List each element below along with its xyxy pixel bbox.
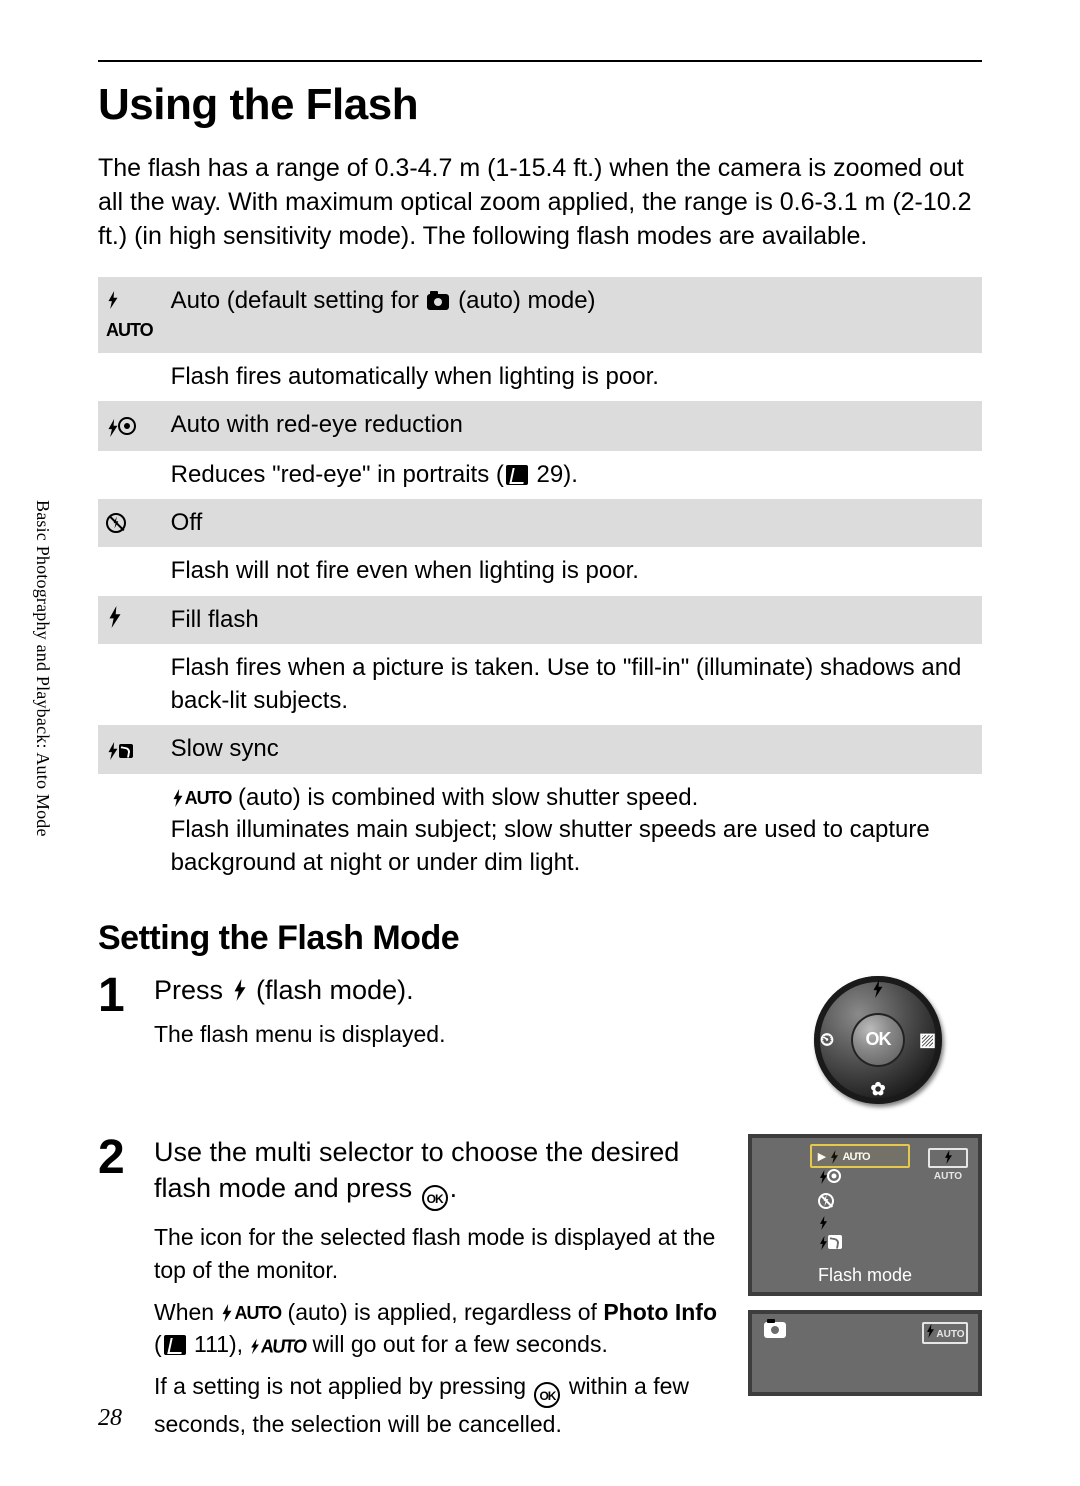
mode-desc: Reduces "red-eye" in portraits ( 29). [163, 451, 982, 499]
camera-icon [427, 294, 449, 310]
manual-page: Basic Photography and Playback: Auto Mod… [0, 0, 1080, 1486]
step-2: 2 Use the multi selector to choose the d… [98, 1134, 982, 1450]
mode-desc: Flash fires when a picture is taken. Use… [163, 644, 982, 725]
flash-slow-icon [98, 725, 163, 774]
lcd-caption: Flash mode [752, 1265, 978, 1286]
self-timer-icon: ⏲ [820, 1029, 834, 1050]
reference-icon [506, 465, 528, 485]
display-mode-icon: AUTO [928, 1148, 968, 1168]
monitor-illustration-menu: ▸AUTO AUTO Flash mode [748, 1134, 982, 1296]
table-row: Fill flash [98, 596, 982, 644]
monitor-illustration-result: AUTO [748, 1310, 982, 1396]
mode-label: Auto with red-eye reduction [163, 401, 982, 451]
reference-icon [164, 1335, 186, 1355]
ok-icon [534, 1382, 560, 1408]
intro-paragraph: The flash has a range of 0.3-4.7 m (1-15… [98, 152, 982, 253]
mode-label: Off [163, 499, 982, 547]
mode-desc: AUTO (auto) is combined with slow shutte… [163, 774, 982, 887]
table-row: Slow sync [98, 725, 982, 774]
menu-item-fill [816, 1212, 904, 1234]
flash-modes-table: AUTO Auto (default setting for (auto) mo… [98, 277, 982, 887]
table-row: Flash fires when a picture is taken. Use… [98, 644, 982, 725]
table-row: Flash fires automatically when lighting … [98, 353, 982, 401]
step-text: The icon for the selected flash mode is … [154, 1221, 726, 1285]
flash-off-icon [98, 499, 163, 547]
exposure-comp-icon: ▨ [919, 1029, 936, 1050]
step-heading: Use the multi selector to choose the des… [154, 1134, 726, 1211]
display-mode-icon: AUTO [922, 1322, 968, 1344]
camera-mode-icon [762, 1322, 788, 1341]
page-title: Using the Flash [98, 80, 982, 130]
table-row: Off [98, 499, 982, 547]
table-row: Reduces "red-eye" in portraits ( 29). [98, 451, 982, 499]
flash-fill-icon [98, 596, 163, 644]
mode-desc: Flash fires automatically when lighting … [163, 353, 982, 401]
ok-button-icon: OK [851, 1013, 905, 1067]
step-number: 1 [98, 972, 138, 1104]
step-text: The flash menu is displayed. [154, 1018, 726, 1050]
ok-icon [422, 1185, 448, 1211]
flash-icon [871, 980, 885, 1001]
menu-item-redeye [816, 1168, 904, 1190]
mode-desc: Flash will not fire even when lighting i… [163, 547, 982, 595]
menu-item-off [816, 1190, 904, 1212]
flash-auto-icon: AUTO [98, 277, 163, 352]
table-row: Auto with red-eye reduction [98, 401, 982, 451]
menu-selection-highlight [810, 1144, 910, 1168]
step-text: If a setting is not applied by pressing … [154, 1370, 726, 1440]
macro-icon: ✿ [870, 1079, 885, 1100]
display-auto-icon: AUTO [248, 1333, 307, 1359]
step-number: 2 [98, 1134, 138, 1450]
page-number: 28 [98, 1405, 122, 1432]
mode-label: Auto (default setting for (auto) mode) [163, 277, 982, 352]
mode-label: Fill flash [163, 596, 982, 644]
table-row: AUTO Auto (default setting for (auto) mo… [98, 277, 982, 352]
table-row: AUTO (auto) is combined with slow shutte… [98, 774, 982, 887]
step-1: 1 Press (flash mode). The flash menu is … [98, 972, 982, 1104]
flash-menu-list: ▸AUTO [816, 1146, 904, 1266]
step-heading: Press (flash mode). [154, 972, 726, 1008]
step-text: When AUTO (auto) is applied, regardless … [154, 1296, 726, 1360]
table-row: Flash will not fire even when lighting i… [98, 547, 982, 595]
steps-list: 1 Press (flash mode). The flash menu is … [98, 972, 982, 1450]
top-rule [98, 60, 982, 62]
flash-redeye-icon [98, 401, 163, 451]
multi-selector-illustration: OK ✿ ⏲ ▨ [814, 976, 942, 1104]
mode-label: Slow sync [163, 725, 982, 774]
menu-item-slow [816, 1234, 904, 1256]
side-section-label: Basic Photography and Playback: Auto Mod… [32, 500, 53, 837]
section-heading: Setting the Flash Mode [98, 919, 982, 958]
